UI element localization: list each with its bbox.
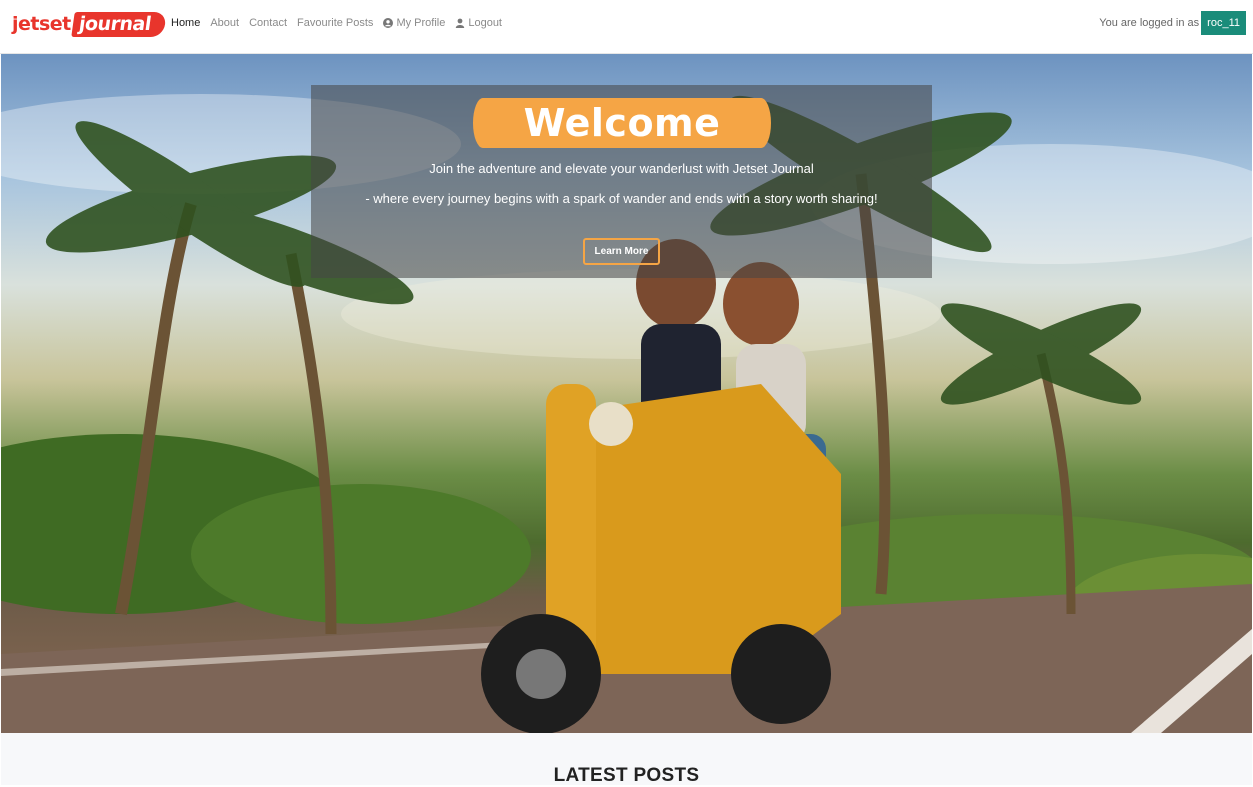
learn-more-button[interactable]: Learn More (583, 238, 660, 265)
user-icon (456, 18, 465, 28)
nav-about-link[interactable]: About (210, 16, 239, 30)
nav-favourite-posts-label: Favourite Posts (297, 17, 374, 29)
nav-my-profile-label: My Profile (396, 17, 446, 29)
nav-favourite-posts-link[interactable]: Favourite Posts (297, 16, 373, 30)
username-badge[interactable]: roc_11 (1201, 11, 1246, 35)
login-status-text: You are logged in as (1099, 17, 1200, 29)
nav-home-link[interactable]: Home (171, 16, 200, 30)
login-info: You are logged in as roc_11 (1099, 11, 1246, 35)
latest-posts-section: LATEST POSTS (1, 733, 1252, 786)
latest-posts-heading: LATEST POSTS (553, 765, 700, 786)
nav-logout-label: Logout (468, 17, 502, 29)
brand-logo-part2: journal (71, 11, 167, 37)
welcome-banner: Welcome (473, 98, 771, 148)
nav-links: Home About Contact Favourite Posts My Pr… (171, 16, 512, 30)
nav-contact-label: Contact (249, 17, 288, 29)
hero-tagline-line1: Join the adventure and elevate your wand… (429, 161, 814, 176)
nav-logout-link[interactable]: Logout (455, 16, 502, 30)
nav-about-label: About (210, 17, 240, 29)
brand-logo[interactable]: jetset journal (12, 11, 167, 37)
hero-tagline-line2: - where every journey begins with a spar… (365, 191, 878, 206)
brand-logo-part1: jetset (12, 13, 71, 35)
nav-home-label: Home (171, 17, 201, 29)
hero-section: Welcome Join the adventure and elevate y… (1, 54, 1252, 733)
hero-overlay: Welcome Join the adventure and elevate y… (311, 85, 932, 278)
nav-my-profile-link[interactable]: My Profile (383, 16, 445, 30)
nav-contact-link[interactable]: Contact (249, 16, 287, 30)
user-circle-icon (383, 18, 394, 28)
navbar: jetset journal Home About Contact Favour… (0, 0, 1253, 54)
welcome-heading: Welcome (523, 101, 721, 145)
